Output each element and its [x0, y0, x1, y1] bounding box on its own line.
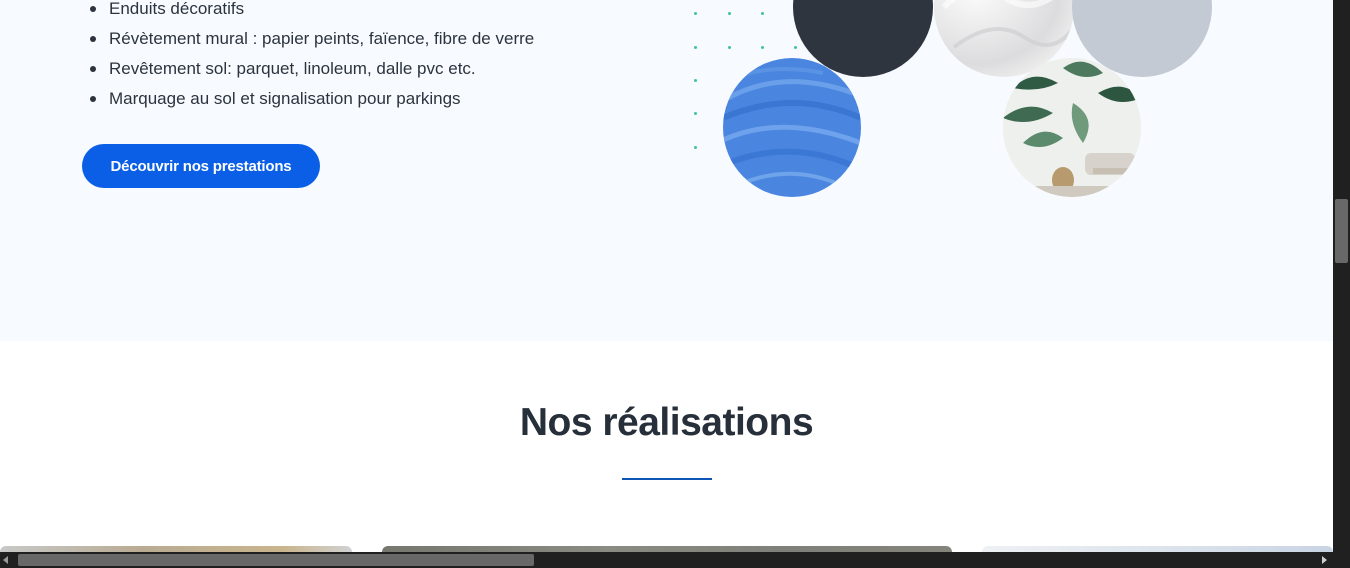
- decorative-dot: [728, 12, 731, 15]
- decorative-dot: [761, 46, 764, 49]
- vertical-scrollbar-thumb[interactable]: [1335, 199, 1348, 263]
- realisations-heading: Nos réalisations: [519, 401, 814, 444]
- page-viewport: Enduits décoratifs Révètement mural : pa…: [0, 0, 1333, 552]
- decorative-dot: [694, 79, 697, 82]
- tropical-wallpaper-circle-image: [1003, 58, 1141, 197]
- horizontal-scrollbar-thumb[interactable]: [18, 554, 534, 566]
- discover-services-button[interactable]: Découvrir nos prestations: [82, 144, 320, 188]
- chevron-right-icon[interactable]: [1322, 556, 1327, 564]
- service-item-marquage: Marquage au sol et signalisation pour pa…: [88, 84, 534, 114]
- vertical-scrollbar[interactable]: [1333, 0, 1350, 552]
- decorative-dot: [694, 146, 697, 149]
- horizontal-scrollbar[interactable]: [0, 552, 1333, 568]
- decorative-dot: [761, 12, 764, 15]
- decorative-dot: [794, 46, 797, 49]
- service-item-revetement-sol: Revêtement sol: parquet, linoleum, dalle…: [88, 54, 534, 84]
- blue-paint-texture-circle-image: [723, 58, 861, 197]
- chevron-left-icon[interactable]: [3, 556, 8, 564]
- decorative-dot: [694, 112, 697, 115]
- services-section: Enduits décoratifs Révètement mural : pa…: [0, 0, 1333, 341]
- decorative-dot: [694, 12, 697, 15]
- decorative-dot: [728, 46, 731, 49]
- decorative-dot: [694, 46, 697, 49]
- realisations-section: Nos réalisations: [0, 341, 1333, 552]
- services-list: Enduits décoratifs Révètement mural : pa…: [88, 0, 534, 114]
- heading-divider: [622, 478, 712, 480]
- service-item-enduits: Enduits décoratifs: [88, 0, 534, 24]
- scrollbar-corner: [1333, 552, 1350, 568]
- service-item-revetement-mural: Révètement mural : papier peints, faïenc…: [88, 24, 534, 54]
